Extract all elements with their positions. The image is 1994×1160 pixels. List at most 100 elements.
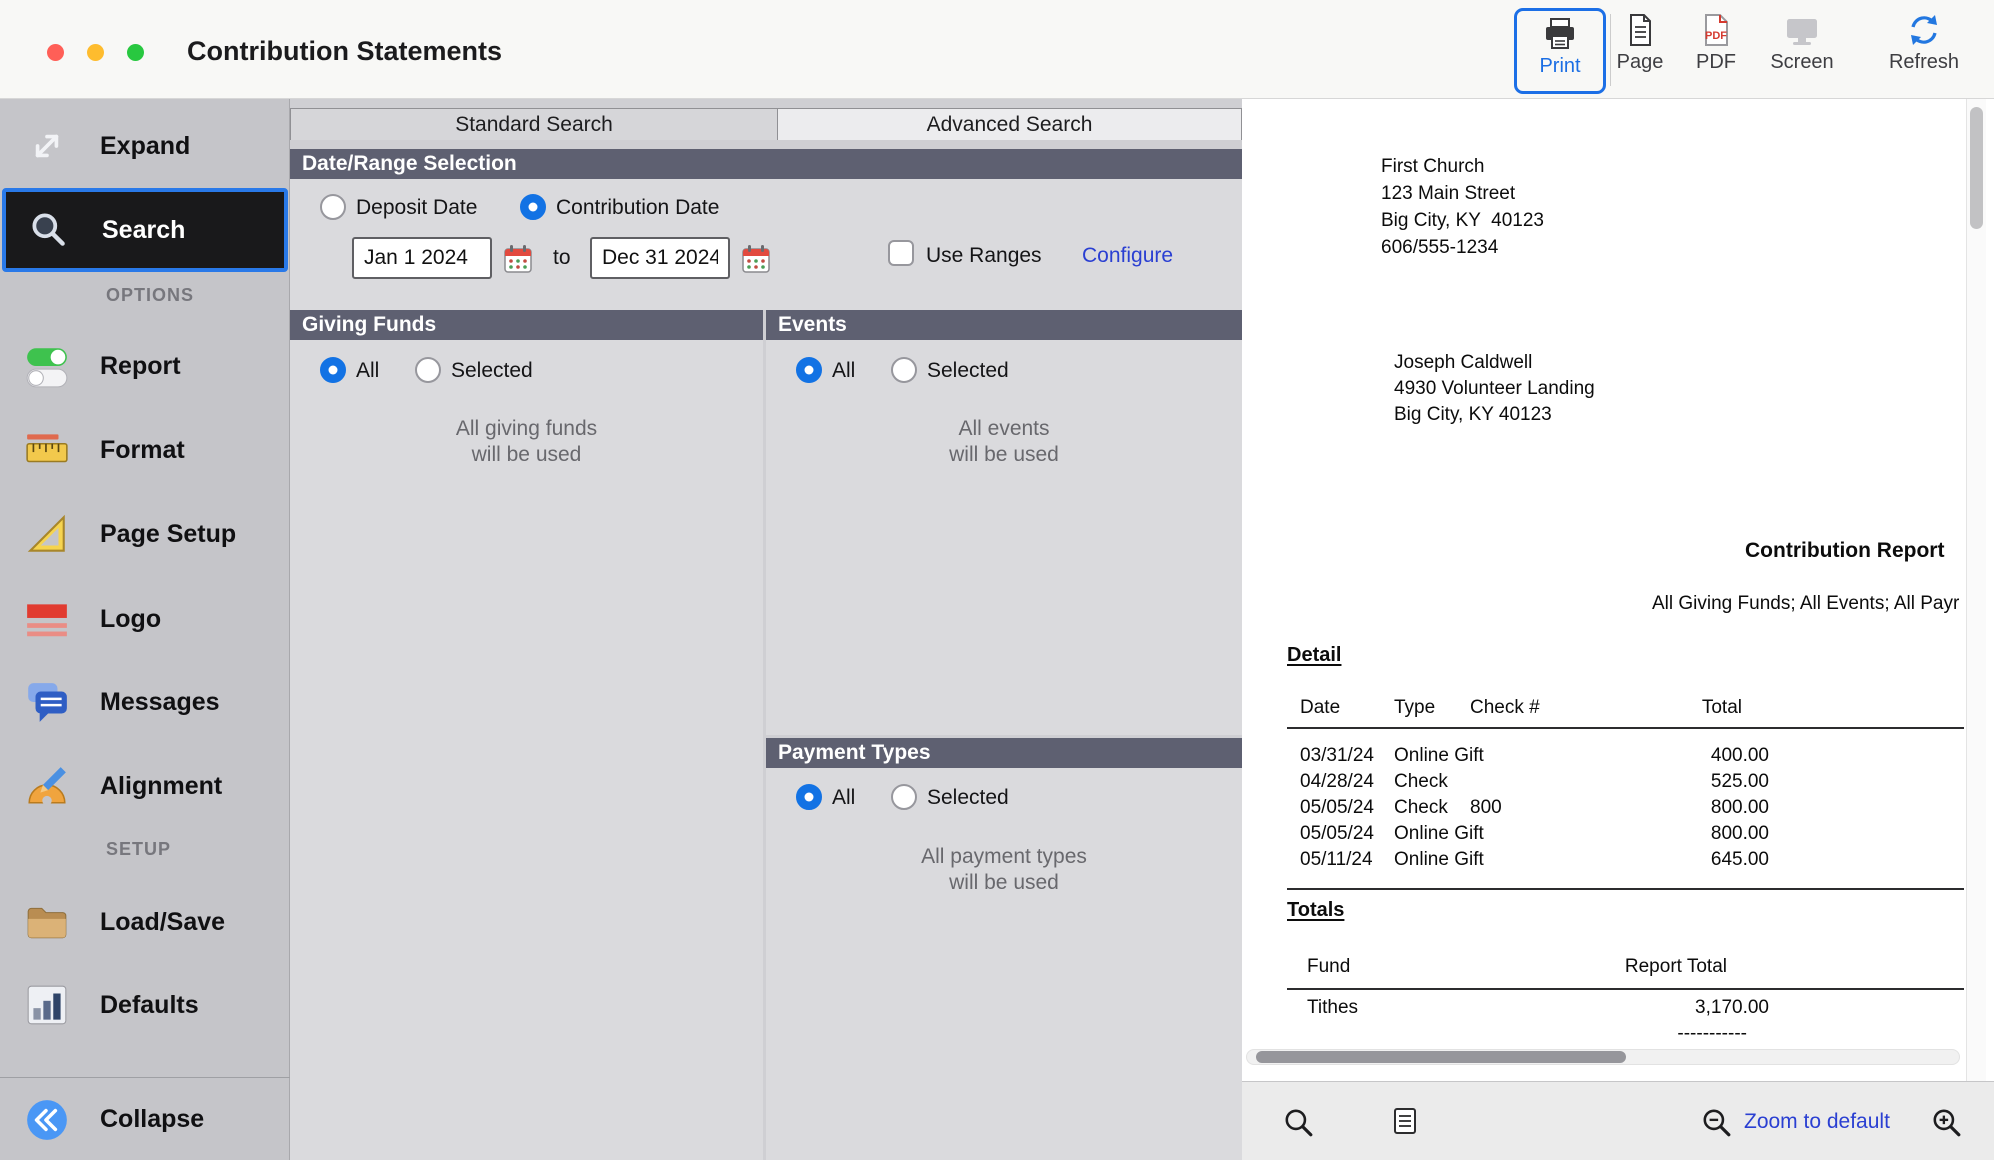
contribution-date-radio[interactable] [520,194,546,220]
sidebar-report-label: Report [100,352,181,381]
detail-rule-top [1287,727,1964,729]
zoom-in-icon[interactable] [1930,1106,1962,1143]
sidebar-item-page-setup[interactable]: Page Setup [0,492,290,576]
sidebar-item-format[interactable]: Format [0,408,290,492]
detail-rule-bottom [1287,888,1964,890]
sidebar-item-collapse[interactable]: Collapse [0,1079,290,1160]
screen-button[interactable]: Screen [1758,12,1846,74]
logo-icon [20,596,74,642]
report-title: Contribution Report [1745,539,1944,563]
sidebar-item-alignment[interactable]: Alignment [0,744,290,828]
zoom-out-icon[interactable] [1700,1106,1732,1143]
tab-standard-search[interactable]: Standard Search [290,108,778,140]
events-all-label: All [832,359,855,383]
report-subtitle: All Giving Funds; All Events; All Payr [1652,593,1959,615]
row-type: Online Gift [1394,849,1484,871]
payment-types-selected-radio[interactable] [891,784,917,810]
sidebar-page-setup-label: Page Setup [100,520,236,549]
maximize-button[interactable] [127,44,144,61]
donor-city: Big City, KY 40123 [1394,404,1552,426]
sidebar-item-logo[interactable]: Logo [0,577,290,661]
totals-rule [1287,988,1964,990]
expand-icon [20,123,74,169]
preview-page-view-icon[interactable] [1390,1106,1420,1141]
row-total: 525.00 [1642,771,1769,793]
pdf-button[interactable]: PDF PDF [1672,12,1760,74]
preview-vscrollbar-thumb[interactable] [1970,107,1983,229]
preview-search-icon[interactable] [1282,1106,1314,1143]
sidebar-search-label: Search [102,216,185,245]
start-date-input[interactable] [352,237,492,279]
minimize-button[interactable] [87,44,104,61]
col-header-check: Check # [1470,697,1540,719]
payment-types-all-label: All [832,786,855,810]
page-setup-triangle-icon [20,511,74,557]
totals-amount: 3,170.00 [1642,997,1769,1019]
screen-icon [1784,12,1820,48]
sidebar-item-expand[interactable]: Expand [0,104,290,188]
events-selected-label: Selected [927,359,1009,383]
preview-hscrollbar-thumb[interactable] [1256,1051,1626,1063]
report-toggles-icon [20,343,74,389]
zoom-to-default-link[interactable]: Zoom to default [1744,1110,1890,1134]
sidebar-item-search[interactable]: Search [2,188,288,272]
sidebar-item-defaults[interactable]: Defaults [0,963,290,1047]
sidebar-collapse-label: Collapse [100,1105,204,1134]
date-to-label: to [553,246,571,270]
row-total: 400.00 [1642,745,1769,767]
refresh-button[interactable]: Refresh [1880,12,1968,74]
payment-types-selected-label: Selected [927,786,1009,810]
close-button[interactable] [47,44,64,61]
use-ranges-checkbox[interactable] [888,240,914,266]
events-selected-radio[interactable] [891,357,917,383]
events-header: Events [766,310,1242,340]
row-date: 03/31/24 [1300,745,1374,767]
end-date-input[interactable] [590,237,730,279]
folder-icon [20,899,74,945]
sidebar-item-load-save[interactable]: Load/Save [0,880,290,964]
screen-label: Screen [1758,51,1846,74]
giving-funds-selected-label: Selected [451,359,533,383]
events-all-radio[interactable] [796,357,822,383]
sidebar-item-report[interactable]: Report [0,324,290,408]
tab-advanced-search[interactable]: Advanced Search [778,108,1242,140]
col-header-total: Total [1642,697,1742,719]
preview-vscrollbar-track[interactable] [1966,99,1986,1081]
sidebar-divider [0,1077,290,1078]
contribution-date-label: Contribution Date [556,196,719,220]
sidebar-load-save-label: Load/Save [100,908,225,937]
start-date-calendar-icon[interactable] [502,243,534,280]
end-date-calendar-icon[interactable] [740,243,772,280]
deposit-date-radio[interactable] [320,194,346,220]
row-type: Online Gift [1394,823,1484,845]
page-button[interactable]: Page [1596,12,1684,74]
payment-types-all-radio[interactable] [796,784,822,810]
svg-text:PDF: PDF [1705,30,1727,42]
sidebar-expand-label: Expand [100,132,190,161]
configure-link[interactable]: Configure [1082,244,1173,268]
totals-heading: Totals [1287,899,1344,922]
sidebar-item-messages[interactable]: Messages [0,660,290,744]
sidebar-format-label: Format [100,436,185,465]
date-range-header: Date/Range Selection [290,149,1242,179]
totals-report-total-header: Report Total [1572,956,1727,978]
row-total: 800.00 [1642,797,1769,819]
print-button[interactable]: Print [1514,8,1606,94]
sidebar-options-header: OPTIONS [106,285,194,306]
totals-fund-header: Fund [1307,956,1350,978]
payment-types-section [766,768,1242,1160]
detail-heading: Detail [1287,644,1341,667]
collapse-chevrons-icon [20,1097,74,1143]
payment-types-note-line2: will be used [766,871,1242,895]
totals-fund-name: Tithes [1307,997,1358,1019]
giving-funds-all-radio[interactable] [320,357,346,383]
totals-dashes: ----------- [1622,1023,1747,1045]
giving-funds-all-label: All [356,359,379,383]
deposit-date-label: Deposit Date [356,196,477,220]
sidebar-logo-label: Logo [100,605,161,634]
page-label: Page [1596,51,1684,74]
payment-types-note-line1: All payment types [766,845,1242,869]
sidebar-alignment-label: Alignment [100,772,222,801]
format-ruler-icon [20,427,74,473]
giving-funds-selected-radio[interactable] [415,357,441,383]
